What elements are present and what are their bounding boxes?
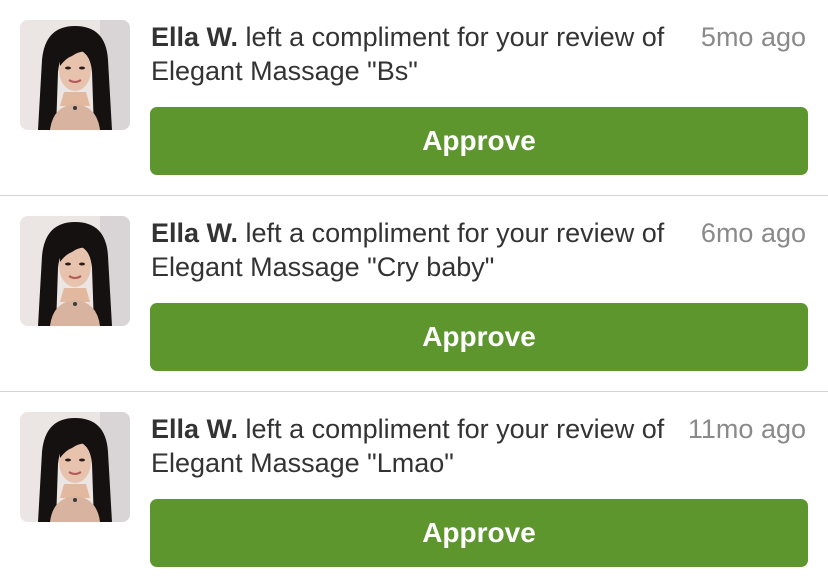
notification-text: Ella W. left a compliment for your revie…	[151, 412, 681, 480]
approve-button[interactable]: Approve	[150, 499, 808, 567]
approve-button[interactable]: Approve	[150, 107, 808, 175]
avatar[interactable]	[20, 20, 130, 130]
user-name[interactable]: Ella W.	[151, 22, 238, 52]
notification-item: Ella W. left a compliment for your revie…	[0, 196, 828, 392]
notification-feed: Ella W. left a compliment for your revie…	[0, 0, 828, 570]
approve-button[interactable]: Approve	[150, 303, 808, 371]
notification-item: Ella W. left a compliment for your revie…	[0, 0, 828, 196]
avatar-photo	[20, 412, 130, 522]
user-name[interactable]: Ella W.	[151, 218, 238, 248]
timestamp: 6mo ago	[700, 218, 806, 248]
avatar-photo	[20, 20, 130, 130]
user-name[interactable]: Ella W.	[151, 414, 238, 444]
avatar[interactable]	[20, 412, 130, 522]
timestamp: 11mo ago	[687, 414, 806, 444]
notification-text: Ella W. left a compliment for your revie…	[151, 20, 681, 88]
avatar[interactable]	[20, 216, 130, 326]
avatar-photo	[20, 216, 130, 326]
notification-item: Ella W. left a compliment for your revie…	[0, 392, 828, 588]
notification-text: Ella W. left a compliment for your revie…	[151, 216, 681, 284]
timestamp: 5mo ago	[700, 22, 806, 52]
